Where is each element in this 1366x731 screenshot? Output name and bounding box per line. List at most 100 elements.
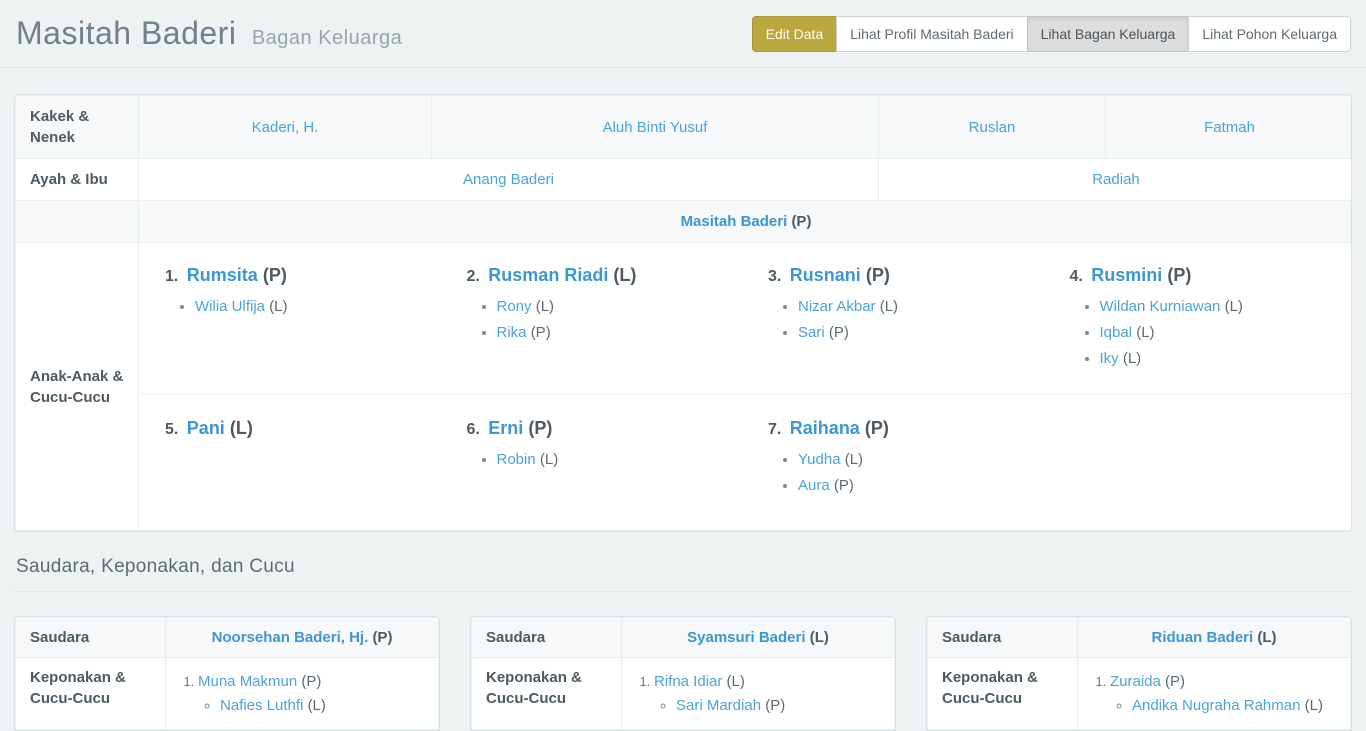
descendant-link[interactable]: Wildan Kurniawan xyxy=(1100,298,1221,315)
nephews-label: Keponakan & Cucu-Cucu xyxy=(928,658,1078,730)
children-label: Anak-Anak & Cucu-Cucu xyxy=(16,243,139,531)
descendant-link[interactable]: Rony xyxy=(497,298,532,315)
nephews-cell: Zuraida (P) Andika Nugraha Rahman (L) xyxy=(1078,658,1351,730)
descendant-link[interactable]: Robin xyxy=(497,451,536,468)
grandmother-paternal-link[interactable]: Aluh Binti Yusuf xyxy=(603,119,708,136)
child-entry: 2. Rusman Riadi (L) Rony (L) Rika (P) xyxy=(441,261,743,389)
grandfather-maternal-link[interactable]: Ruslan xyxy=(969,119,1016,136)
grandchildren-list: Rony (L) Rika (P) xyxy=(467,296,743,343)
descendant-item: Iky (L) xyxy=(1100,348,1346,369)
descendant-link[interactable]: Iky xyxy=(1100,350,1119,367)
gender-tag: (P) xyxy=(263,265,287,285)
mother-link[interactable]: Radiah xyxy=(1092,171,1140,188)
gender-tag: (P) xyxy=(866,265,890,285)
page-subtitle: Bagan Keluarga xyxy=(252,27,402,49)
descendant-item: Aura (P) xyxy=(798,475,1044,496)
descendant-link[interactable]: Wilia Ulfija xyxy=(195,298,265,315)
gender-tag: (P) xyxy=(1167,265,1191,285)
descendant-link[interactable]: Nafies Luthfi xyxy=(220,697,303,714)
view-family-chart-button[interactable]: Lihat Bagan Keluarga xyxy=(1027,16,1190,52)
grandfather-paternal-link[interactable]: Kaderi, H. xyxy=(252,119,319,136)
sibling-name-cell: Noorsehan Baderi, Hj. (P) xyxy=(166,618,439,658)
children-row: Anak-Anak & Cucu-Cucu 1. Rumsita (P) Wil… xyxy=(16,243,1353,531)
child-name-link[interactable]: Rusman Riadi xyxy=(488,265,608,285)
descendant-item: Nizar Akbar (L) xyxy=(798,296,1044,317)
sibling-card-table: Saudara Riduan Baderi (L) Keponakan & Cu… xyxy=(927,617,1351,730)
gender-tag: (L) xyxy=(727,673,745,690)
gender-tag: (L) xyxy=(540,451,558,468)
child-name-link[interactable]: Rusmini xyxy=(1091,265,1162,285)
grandchildren-list: Nizar Akbar (L) Sari (P) xyxy=(768,296,1044,343)
descendant-link[interactable]: Rika xyxy=(497,324,527,341)
page-title: Masitah Baderi xyxy=(16,15,236,51)
mother-cell: Radiah xyxy=(879,159,1353,201)
descendant-link[interactable]: Andika Nugraha Rahman xyxy=(1132,697,1300,714)
child-heading: 6. Erni (P) xyxy=(467,418,743,439)
sibling-card-table: Saudara Noorsehan Baderi, Hj. (P) Kepona… xyxy=(15,617,439,730)
descendant-item: Rika (P) xyxy=(497,322,743,343)
descendant-link[interactable]: Iqbal xyxy=(1100,324,1133,341)
nephew-link[interactable]: Muna Makmun xyxy=(198,673,297,690)
grandparents-label: Kakek & Nenek xyxy=(16,96,139,159)
sibling-card: Saudara Syamsuri Baderi (L) Keponakan & … xyxy=(470,616,896,731)
descendant-link[interactable]: Aura xyxy=(798,477,830,494)
descendant-item: Yudha (L) xyxy=(798,449,1044,470)
child-name-link[interactable]: Raihana xyxy=(790,418,860,438)
gender-tag: (P) xyxy=(372,629,392,646)
gender-tag: (P) xyxy=(865,418,889,438)
siblings-section-heading: Saudara, Keponakan, dan Cucu xyxy=(14,556,1352,592)
child-entry: 5. Pani (L) xyxy=(139,414,441,504)
sibling-name-link[interactable]: Syamsuri Baderi xyxy=(687,629,805,646)
sibling-name-cell: Riduan Baderi (L) xyxy=(1078,618,1351,658)
self-name-link[interactable]: Masitah Baderi xyxy=(681,213,788,230)
descendant-item: Sari Mardiah (P) xyxy=(676,695,886,716)
descendant-link[interactable]: Sari Mardiah xyxy=(676,697,761,714)
descendant-item: Sari (P) xyxy=(798,322,1044,343)
child-name-link[interactable]: Rusnani xyxy=(790,265,861,285)
children-grid-row-1: 1. Rumsita (P) Wilia Ulfija (L) 2. Rusma… xyxy=(139,243,1352,389)
nephew-link[interactable]: Rifna Idiar xyxy=(654,673,722,690)
child-name-link[interactable]: Rumsita xyxy=(187,265,258,285)
grandparents-row: Kakek & Nenek Kaderi, H. Aluh Binti Yusu… xyxy=(16,96,1353,159)
gender-tag: (P) xyxy=(791,213,811,230)
sibling-name-cell: Syamsuri Baderi (L) xyxy=(622,618,895,658)
sibling-card: Saudara Noorsehan Baderi, Hj. (P) Kepona… xyxy=(14,616,440,731)
nephews-row: Keponakan & Cucu-Cucu Rifna Idiar (L) Sa… xyxy=(472,658,895,730)
grandmother-maternal-link[interactable]: Fatmah xyxy=(1204,119,1255,136)
edit-data-button[interactable]: Edit Data xyxy=(752,16,838,52)
gender-tag: (P) xyxy=(834,477,854,494)
descendant-item: Wilia Ulfija (L) xyxy=(195,296,441,317)
descendant-link[interactable]: Sari xyxy=(798,324,825,341)
child-name-link[interactable]: Pani xyxy=(187,418,225,438)
gender-tag: (L) xyxy=(1305,697,1323,714)
child-heading: 2. Rusman Riadi (L) xyxy=(467,265,743,286)
sibling-row: Saudara Syamsuri Baderi (L) xyxy=(472,618,895,658)
self-cell: Masitah Baderi (P) xyxy=(139,201,1353,243)
grandchildren-list: Wilia Ulfija (L) xyxy=(165,296,441,317)
gender-tag: (L) xyxy=(810,629,829,646)
child-heading: 3. Rusnani (P) xyxy=(768,265,1044,286)
descendant-item: Nafies Luthfi (L) xyxy=(220,695,430,716)
gender-tag: (L) xyxy=(308,697,326,714)
sibling-name-link[interactable]: Noorsehan Baderi, Hj. xyxy=(212,629,369,646)
nephew-children-list: Nafies Luthfi (L) xyxy=(198,695,430,716)
descendant-link[interactable]: Yudha xyxy=(798,451,841,468)
descendant-item: Iqbal (L) xyxy=(1100,322,1346,343)
descendant-link[interactable]: Nizar Akbar xyxy=(798,298,876,315)
view-family-tree-button[interactable]: Lihat Pohon Keluarga xyxy=(1188,16,1351,52)
sibling-cards-row: Saudara Noorsehan Baderi, Hj. (P) Kepona… xyxy=(14,616,1352,731)
grandchildren-list: Yudha (L) Aura (P) xyxy=(768,449,1044,496)
child-heading: 5. Pani (L) xyxy=(165,418,441,439)
sibling-name-link[interactable]: Riduan Baderi xyxy=(1151,629,1253,646)
child-entry: 1. Rumsita (P) Wilia Ulfija (L) xyxy=(139,261,441,389)
nephew-link[interactable]: Zuraida xyxy=(1110,673,1161,690)
grandmother-paternal-cell: Aluh Binti Yusuf xyxy=(432,96,879,159)
view-profile-button[interactable]: Lihat Profil Masitah Baderi xyxy=(836,16,1027,52)
nephews-cell: Rifna Idiar (L) Sari Mardiah (P) xyxy=(622,658,895,730)
father-link[interactable]: Anang Baderi xyxy=(463,171,554,188)
child-name-link[interactable]: Erni xyxy=(488,418,523,438)
descendant-item: Rony (L) xyxy=(497,296,743,317)
gender-tag: (L) xyxy=(1257,629,1276,646)
child-entry: 6. Erni (P) Robin (L) xyxy=(441,414,743,504)
sibling-row: Saudara Noorsehan Baderi, Hj. (P) xyxy=(16,618,439,658)
